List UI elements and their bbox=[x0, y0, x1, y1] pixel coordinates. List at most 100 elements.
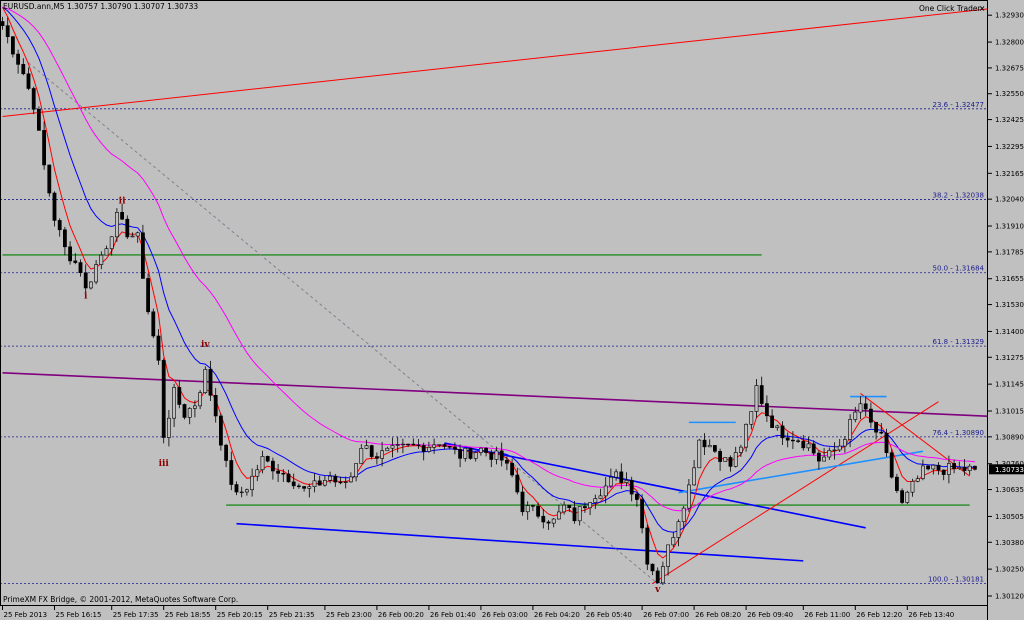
candle-body bbox=[842, 439, 847, 447]
candle bbox=[265, 455, 270, 463]
candle-body bbox=[863, 403, 868, 410]
candle-body bbox=[692, 467, 697, 486]
candle-body bbox=[562, 504, 567, 513]
candle-body bbox=[135, 232, 140, 237]
candle-body bbox=[348, 476, 353, 483]
candle-body bbox=[177, 387, 182, 405]
candle-body bbox=[442, 444, 447, 447]
wave-label-iv: iv bbox=[201, 340, 210, 350]
price-tick-label: 1.32930 bbox=[995, 12, 1024, 20]
candle-body bbox=[21, 64, 26, 75]
candle-body bbox=[359, 448, 364, 464]
candle-body bbox=[68, 246, 73, 262]
time-tick-label: 26 Feb 09:40 bbox=[747, 611, 793, 619]
candle-body bbox=[666, 544, 671, 567]
candle-body bbox=[26, 73, 31, 89]
candle-body bbox=[115, 212, 119, 238]
candle-body bbox=[530, 505, 535, 507]
price-tick-label: 1.31655 bbox=[995, 275, 1024, 283]
candle-body bbox=[333, 475, 338, 483]
candle-body bbox=[406, 443, 411, 446]
candle-body bbox=[686, 484, 691, 509]
candle-body bbox=[432, 444, 437, 448]
current-price-label: 1.30733 bbox=[995, 466, 1024, 474]
candle bbox=[640, 494, 645, 534]
candle-body bbox=[255, 469, 260, 477]
candle-body bbox=[785, 437, 790, 441]
candle-body bbox=[920, 465, 925, 479]
candle-body bbox=[478, 447, 483, 453]
candle-body bbox=[624, 480, 629, 483]
candle-body bbox=[130, 235, 135, 238]
price-tick-label: 1.31400 bbox=[995, 328, 1024, 336]
candle-body bbox=[941, 469, 946, 475]
wave-label-ii: ii bbox=[119, 196, 126, 206]
price-tick-label: 1.30380 bbox=[995, 539, 1024, 547]
candle-body bbox=[770, 415, 775, 428]
candle-body bbox=[936, 464, 941, 471]
candle-body bbox=[57, 220, 62, 231]
candle-body bbox=[109, 236, 114, 249]
candle-body bbox=[400, 443, 405, 446]
candle-body bbox=[395, 444, 400, 446]
candle-body bbox=[905, 491, 910, 503]
candle-body bbox=[718, 451, 723, 462]
candle-body bbox=[879, 431, 884, 434]
candle-body bbox=[317, 480, 322, 486]
candle-body bbox=[437, 444, 442, 446]
candle-body bbox=[858, 403, 863, 413]
candle-body bbox=[385, 447, 390, 452]
candle-body bbox=[749, 411, 754, 425]
candle-body bbox=[151, 311, 156, 337]
price-chart[interactable]: 23.6 - 1.32477 38.2 - 1.32038 50.0 - 1.316… bbox=[0, 0, 1024, 620]
candle-body bbox=[593, 498, 598, 503]
candle-body bbox=[458, 449, 463, 459]
candle-body bbox=[322, 480, 327, 486]
candle-body bbox=[926, 465, 931, 470]
time-tick-label: 26 Feb 05:40 bbox=[586, 611, 632, 619]
candle-body bbox=[801, 441, 806, 449]
candle-body bbox=[52, 192, 57, 221]
candle-body bbox=[219, 415, 223, 446]
price-tick-label: 1.30250 bbox=[995, 566, 1024, 574]
candle-body bbox=[276, 470, 281, 474]
candle bbox=[203, 366, 208, 395]
candle-body bbox=[598, 495, 603, 499]
candle-body bbox=[364, 445, 369, 449]
candle-body bbox=[213, 394, 218, 417]
candle-body bbox=[759, 385, 764, 404]
candle-body bbox=[520, 491, 525, 513]
time-tick-label: 26 Feb 11:00 bbox=[804, 611, 850, 619]
candle-body bbox=[489, 452, 494, 460]
candle-body bbox=[260, 456, 265, 471]
candle-body bbox=[510, 462, 515, 476]
candle-body bbox=[494, 450, 499, 460]
wave-label-v: v bbox=[654, 585, 661, 595]
candle-body bbox=[556, 511, 561, 520]
candle bbox=[146, 273, 151, 315]
candle-body bbox=[468, 447, 473, 459]
candle-body bbox=[697, 439, 702, 469]
price-tick-label: 1.31015 bbox=[995, 408, 1024, 416]
time-tick-label: 26 Feb 12:20 bbox=[856, 611, 902, 619]
time-tick-label: 25 Feb 20:15 bbox=[217, 611, 263, 619]
candle bbox=[182, 403, 187, 420]
time-tick-label: 26 Feb 00:20 bbox=[378, 611, 424, 619]
candle bbox=[36, 106, 41, 131]
chart-window[interactable]: 23.6 - 1.32477 38.2 - 1.32038 50.0 - 1.316… bbox=[0, 0, 1024, 620]
candle-body bbox=[676, 521, 681, 538]
price-tick-label: 1.30890 bbox=[995, 433, 1024, 441]
candle-body bbox=[915, 478, 920, 482]
candle-body bbox=[421, 445, 426, 452]
candle-body bbox=[452, 446, 457, 450]
close-icon[interactable]: × bbox=[979, 4, 985, 13]
candle-body bbox=[447, 446, 452, 448]
candle bbox=[905, 490, 910, 505]
candle-body bbox=[5, 25, 10, 37]
candle-body bbox=[426, 447, 431, 452]
one-click-trader-label[interactable]: One Click Trader bbox=[919, 4, 981, 13]
candle-body bbox=[11, 36, 15, 55]
candle-body bbox=[94, 264, 99, 283]
candle-body bbox=[473, 452, 478, 459]
price-tick-label: 1.32425 bbox=[995, 116, 1024, 124]
